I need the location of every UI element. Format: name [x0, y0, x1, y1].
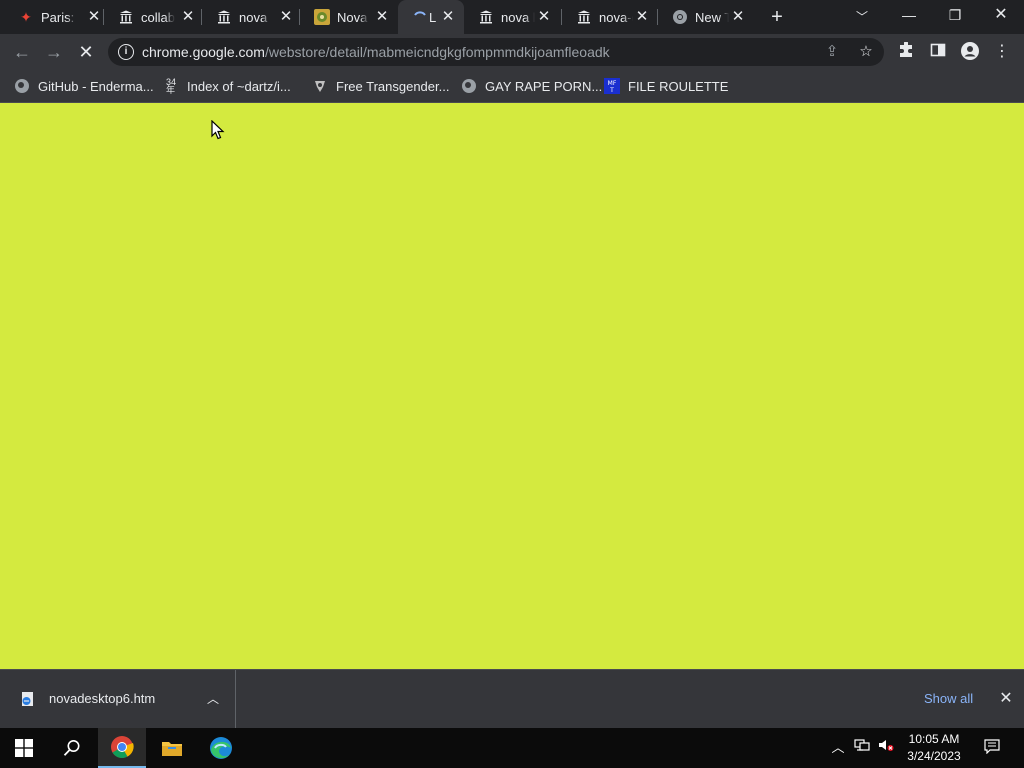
site-icon	[312, 78, 328, 94]
tab-8[interactable]: New Tab ✕	[658, 0, 754, 34]
bookmark-free-transgender[interactable]: Free Transgender...	[312, 76, 449, 96]
download-file-name: novadesktop6.htm	[49, 691, 156, 706]
download-shelf: novadesktop6.htm ︿ Show all ✕	[0, 669, 1024, 728]
tab-title: Nova	[337, 10, 368, 25]
network-icon[interactable]	[852, 738, 872, 758]
tab-title: New Tab	[695, 10, 729, 25]
back-button[interactable]: ←	[9, 39, 35, 65]
tab-search-chevron-icon[interactable]: ﹀	[852, 7, 872, 27]
close-icon[interactable]: ✕	[278, 9, 294, 25]
game-icon	[314, 9, 330, 25]
close-icon[interactable]: ✕	[440, 9, 456, 25]
bookmark-file-roulette[interactable]: MF T FILE ROULETTE	[604, 76, 728, 96]
edge-browser-button[interactable]	[197, 728, 245, 768]
globe-icon	[14, 78, 30, 94]
bookmark-star-icon[interactable]: ☆	[856, 42, 876, 62]
close-download-shelf-icon[interactable]: ✕	[996, 689, 1016, 709]
tab-5-active[interactable]: L ✕	[398, 0, 464, 34]
pillars-icon	[216, 9, 232, 25]
page-content	[0, 103, 1024, 669]
file-roulette-icon: MF T	[604, 78, 620, 94]
tab-4[interactable]: Nova ✕	[300, 0, 398, 34]
tab-title: Paris: Intern	[41, 10, 77, 25]
windows-logo-icon	[15, 739, 33, 757]
profile-avatar-icon[interactable]	[960, 42, 980, 62]
close-window-button[interactable]: ✕	[978, 0, 1024, 30]
show-hidden-icons-chevron-icon[interactable]: ︿	[828, 738, 848, 758]
globe-icon	[461, 78, 477, 94]
tab-title: nova-d	[599, 10, 633, 25]
mouse-cursor-icon	[211, 120, 225, 140]
sparkle-icon: ✦	[20, 8, 32, 25]
tab-3[interactable]: nova l ✕	[202, 0, 300, 34]
html-file-icon	[22, 692, 33, 706]
tab-title: nova l	[501, 10, 535, 25]
url-path: /webstore/detail/mabmeicndgkgfompmmdkijo…	[264, 44, 610, 60]
tab-title: collab	[141, 10, 175, 25]
close-icon[interactable]: ✕	[374, 9, 390, 25]
close-icon[interactable]: ✕	[634, 9, 650, 25]
clock-date: 3/24/2023	[907, 749, 961, 763]
download-item[interactable]: novadesktop6.htm ︿	[0, 670, 236, 728]
share-icon[interactable]: ⇪	[822, 42, 842, 62]
chrome-menu-icon[interactable]: ⋮	[992, 42, 1012, 62]
tab-2[interactable]: collab ✕	[104, 0, 202, 34]
bookmarks-bar: GitHub - Enderma... 34 年 Index of ~dartz/…	[0, 70, 1024, 103]
close-icon[interactable]: ✕	[730, 9, 746, 25]
bookmark-label: GAY RAPE PORN...	[485, 78, 603, 94]
volume-muted-icon[interactable]	[876, 738, 896, 758]
url-text[interactable]: chrome.google.com/webstore/detail/mabmei…	[142, 44, 610, 60]
close-icon[interactable]: ✕	[180, 9, 196, 25]
url-host: chrome.google.com	[142, 44, 265, 60]
search-icon	[63, 740, 80, 756]
new-tab-button[interactable]: +	[766, 6, 788, 28]
taskbar-chrome-button[interactable]	[98, 728, 146, 768]
show-all-downloads-link[interactable]: Show all	[924, 691, 973, 707]
index-icon: 34 年	[165, 77, 176, 95]
chrome-icon	[672, 9, 688, 25]
pillars-icon	[576, 9, 592, 25]
browser-toolbar: ← → ✕ i chrome.google.com/webstore/detai…	[0, 34, 1024, 70]
bookmark-label: Index of ~dartz/i...	[187, 78, 291, 94]
bookmark-label: FILE ROULETTE	[628, 78, 729, 94]
chrome-logo-icon	[111, 736, 134, 758]
tab-6[interactable]: nova l ✕	[464, 0, 562, 34]
svg-text:T: T	[609, 87, 614, 94]
bookmark-github[interactable]: GitHub - Enderma...	[14, 76, 154, 96]
address-bar[interactable]: i chrome.google.com/webstore/detail/mabm…	[108, 38, 884, 66]
tab-7[interactable]: nova-d ✕	[562, 0, 658, 34]
tab-strip: ✦ Paris: Intern ✕ collab ✕ nova l ✕ Nova…	[0, 0, 1024, 34]
minimize-button[interactable]: —	[886, 0, 932, 30]
stop-loading-button[interactable]: ✕	[73, 39, 99, 65]
start-button[interactable]	[0, 728, 48, 768]
notifications-icon[interactable]	[982, 738, 1002, 758]
bookmark-label: Free Transgender...	[336, 78, 450, 94]
pillars-icon	[478, 9, 494, 25]
bookmark-gay[interactable]: GAY RAPE PORN...	[461, 76, 602, 96]
chevron-up-icon[interactable]: ︿	[204, 690, 222, 708]
tab-1[interactable]: ✦ Paris: Intern ✕	[4, 0, 104, 34]
extensions-puzzle-icon[interactable]	[896, 41, 916, 62]
windows-taskbar: ︿ 10:05 AM 3/24/2023	[0, 728, 1024, 768]
clock-time: 10:05 AM	[908, 732, 960, 746]
edge-logo-icon	[210, 737, 232, 759]
folder-icon	[162, 742, 182, 756]
close-icon[interactable]: ✕	[536, 9, 552, 25]
bookmark-index[interactable]: 34 年 Index of ~dartz/i...	[163, 76, 291, 96]
tab-title: nova l	[239, 10, 271, 25]
site-info-icon[interactable]: i	[118, 44, 134, 60]
system-clock[interactable]: 10:05 AM 3/24/2023	[900, 731, 968, 765]
file-explorer-button[interactable]	[148, 728, 196, 768]
pillars-icon	[118, 9, 134, 25]
side-panel-icon[interactable]	[928, 42, 948, 62]
search-button[interactable]	[48, 728, 96, 768]
loading-icon	[412, 9, 428, 25]
forward-button[interactable]: →	[41, 39, 67, 65]
bookmark-label: GitHub - Enderma...	[38, 78, 154, 94]
close-icon[interactable]: ✕	[86, 9, 102, 25]
svg-text:MF: MF	[608, 80, 617, 87]
restore-button[interactable]: ❐	[932, 0, 978, 30]
